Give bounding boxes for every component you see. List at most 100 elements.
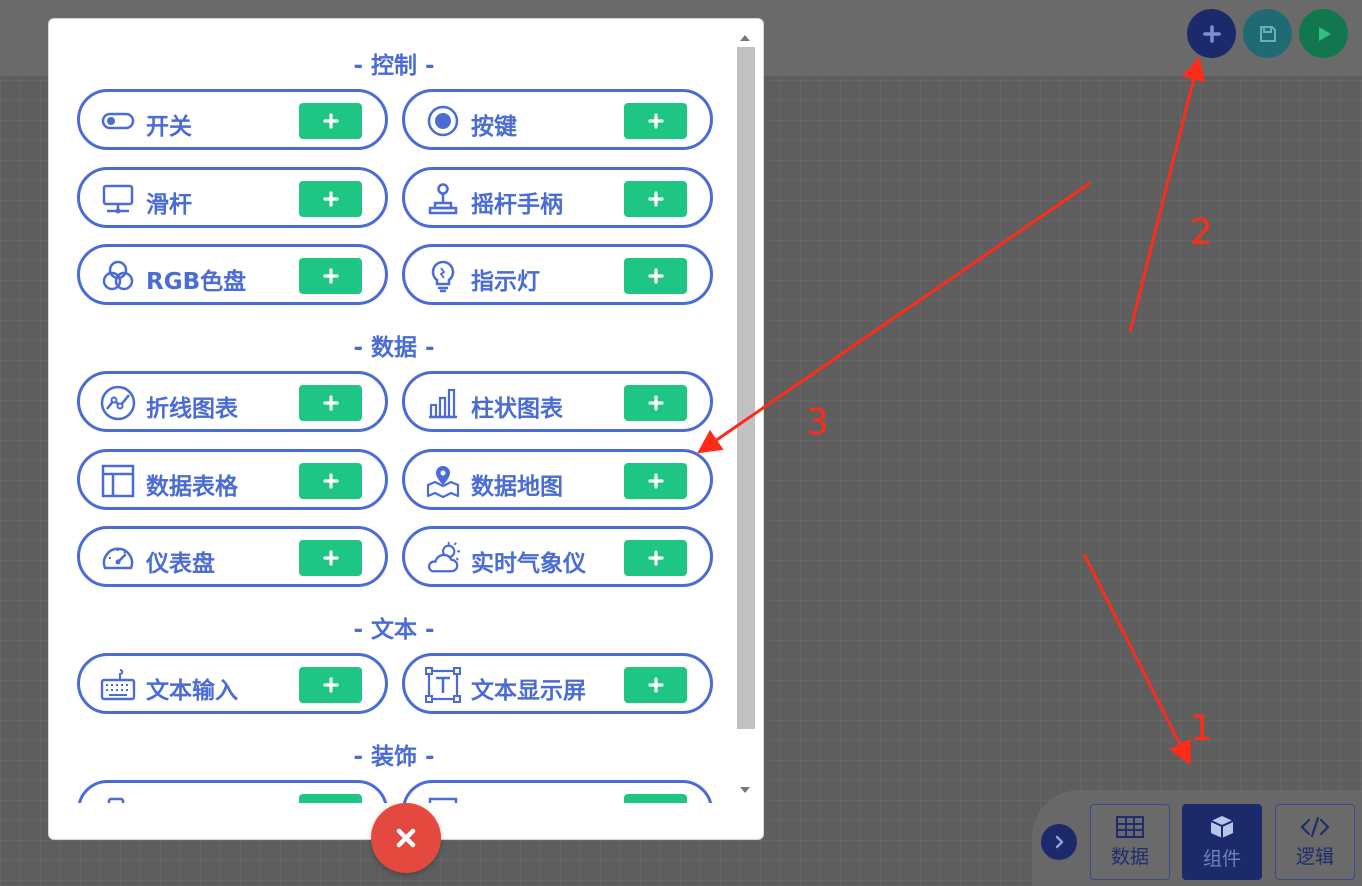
component-decoration-2[interactable] <box>402 780 713 803</box>
component-label: 数据表格 <box>146 474 238 500</box>
save-icon <box>1259 25 1276 42</box>
add-button[interactable] <box>299 540 362 576</box>
component-bar-chart[interactable]: 柱状图表 <box>402 371 713 432</box>
decoration-icon <box>425 794 461 803</box>
add-button[interactable] <box>624 794 687 803</box>
run-button[interactable] <box>1299 9 1348 58</box>
component-rgb-palette[interactable]: RGB色盘 <box>77 244 388 305</box>
scroll-up-arrow[interactable] <box>740 35 750 41</box>
annotation-label-2: 2 <box>1190 212 1213 253</box>
tab-data-label: 数据 <box>1110 845 1149 868</box>
plus-icon <box>647 550 664 566</box>
light-bulb-icon <box>425 258 461 294</box>
add-button[interactable] <box>299 103 362 139</box>
save-button[interactable] <box>1243 9 1292 58</box>
add-button[interactable] <box>299 181 362 217</box>
annotation-arrow-1 <box>1082 553 1191 766</box>
close-icon <box>396 828 416 848</box>
joystick-icon <box>425 181 461 217</box>
plus-icon <box>647 677 664 693</box>
component-text-input[interactable]: 文本输入 <box>77 653 388 714</box>
add-button[interactable] <box>624 385 687 421</box>
gauge-icon <box>100 540 136 576</box>
section-title-control: - 控制 - <box>353 53 435 79</box>
component-indicator-light[interactable]: 指示灯 <box>402 244 713 305</box>
add-button[interactable] <box>624 463 687 499</box>
component-data-map[interactable]: 数据地图 <box>402 449 713 510</box>
tab-components[interactable]: 组件 <box>1182 804 1262 880</box>
component-label: 摇杆手柄 <box>471 192 563 218</box>
slider-icon <box>100 181 136 217</box>
line-chart-icon <box>100 385 136 421</box>
plus-icon <box>322 395 339 411</box>
component-gauge[interactable]: 仪表盘 <box>77 526 388 587</box>
add-button[interactable] <box>624 181 687 217</box>
plus-icon <box>647 191 664 207</box>
toggle-icon <box>100 103 136 139</box>
section-title-data: - 数据 - <box>353 335 435 361</box>
section-title-decoration: - 装饰 - <box>353 744 435 770</box>
component-label: 滑杆 <box>146 192 192 218</box>
modal-content: - 控制 - 开关 按键 滑杆 摇杆手柄 RGB色盘 指示灯 - 数据 - 折线… <box>49 19 739 803</box>
component-label: 开关 <box>146 114 192 140</box>
plus-icon <box>322 677 339 693</box>
component-label: 文本输入 <box>146 678 238 704</box>
plus-icon <box>647 395 664 411</box>
component-text-display[interactable]: 文本显示屏 <box>402 653 713 714</box>
table-layout-icon <box>100 463 136 499</box>
tab-logic[interactable]: 逻辑 <box>1275 804 1355 880</box>
component-data-table[interactable]: 数据表格 <box>77 449 388 510</box>
component-label: 文本显示屏 <box>471 678 586 704</box>
add-button[interactable] <box>624 103 687 139</box>
modal-scrollbar[interactable] <box>737 27 755 803</box>
add-button[interactable] <box>299 794 362 803</box>
chevron-right-icon <box>1055 835 1064 849</box>
radio-button-icon <box>425 103 461 139</box>
tab-components-label: 组件 <box>1202 847 1241 870</box>
component-line-chart[interactable]: 折线图表 <box>77 371 388 432</box>
code-icon <box>1300 816 1330 837</box>
scroll-thumb[interactable] <box>737 47 755 729</box>
tab-logic-label: 逻辑 <box>1295 845 1334 868</box>
component-decoration-1[interactable] <box>77 780 388 803</box>
annotation-label-1: 1 <box>1190 708 1213 749</box>
add-button[interactable] <box>299 463 362 499</box>
map-pin-icon <box>425 463 461 499</box>
component-slider[interactable]: 滑杆 <box>77 167 388 228</box>
close-modal-button[interactable] <box>371 803 441 873</box>
plus-icon <box>322 550 339 566</box>
add-button[interactable] <box>624 258 687 294</box>
bar-chart-icon <box>425 385 461 421</box>
component-label: 实时气象仪 <box>471 551 586 577</box>
component-label: 柱状图表 <box>471 396 563 422</box>
top-actions <box>1187 9 1348 58</box>
section-title-text: - 文本 - <box>353 617 435 643</box>
add-button[interactable] <box>299 258 362 294</box>
decoration-icon <box>100 794 136 803</box>
expand-panel-button[interactable] <box>1041 824 1077 860</box>
component-label: 指示灯 <box>471 269 540 295</box>
color-circles-icon <box>100 258 136 294</box>
plus-icon <box>322 473 339 489</box>
component-weather-station[interactable]: 实时气象仪 <box>402 526 713 587</box>
plus-icon <box>1202 24 1221 43</box>
plus-icon <box>322 191 339 207</box>
weather-cloud-icon <box>425 540 461 576</box>
plus-icon <box>322 268 339 284</box>
component-switch[interactable]: 开关 <box>77 89 388 150</box>
add-button[interactable] <box>299 667 362 703</box>
keyboard-icon <box>100 667 136 703</box>
add-component-button[interactable] <box>1187 9 1236 58</box>
scroll-down-arrow[interactable] <box>740 787 750 793</box>
component-button[interactable]: 按键 <box>402 89 713 150</box>
plus-icon <box>322 113 339 129</box>
annotation-arrow-2 <box>1128 56 1206 333</box>
add-button[interactable] <box>624 667 687 703</box>
text-box-icon <box>425 667 461 703</box>
add-button[interactable] <box>299 385 362 421</box>
table-icon <box>1116 815 1144 838</box>
tab-data[interactable]: 数据 <box>1090 804 1170 880</box>
add-button[interactable] <box>624 540 687 576</box>
plus-icon <box>647 268 664 284</box>
component-joystick[interactable]: 摇杆手柄 <box>402 167 713 228</box>
